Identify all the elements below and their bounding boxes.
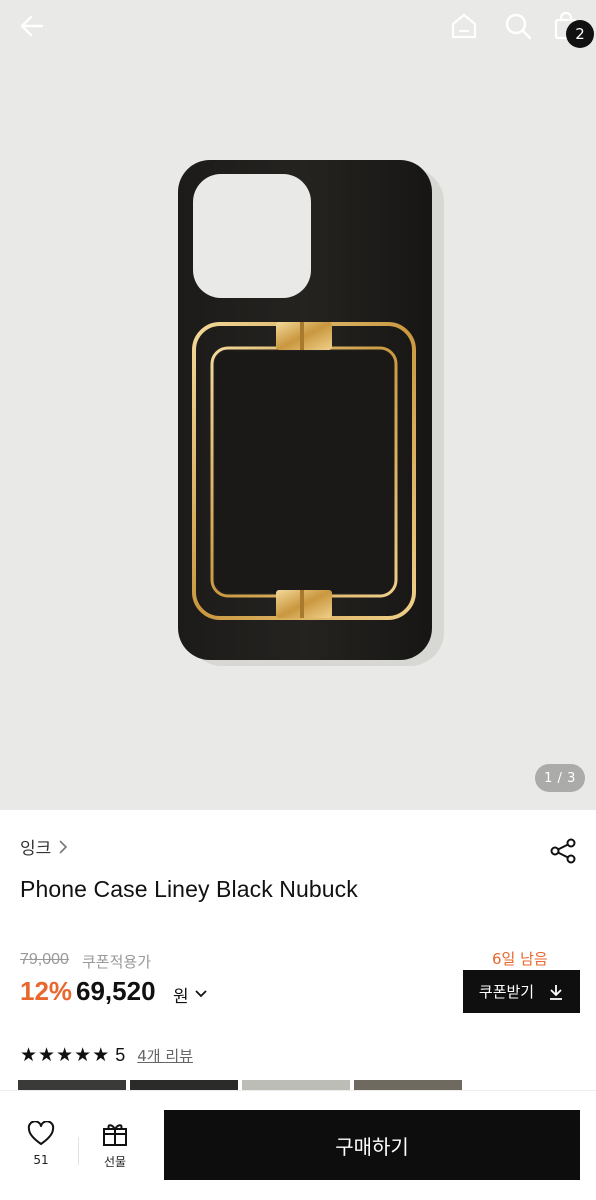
get-coupon-button[interactable]: 쿠폰받기 — [463, 970, 580, 1013]
share-button[interactable] — [546, 834, 580, 868]
image-pager: 1 / 3 — [535, 764, 585, 792]
brand-name: 잉크 — [20, 839, 52, 859]
star-icon: ★ — [20, 1043, 38, 1066]
review-thumbnail[interactable] — [130, 1080, 238, 1090]
rating-stars: ★ ★ ★ ★ ★ — [20, 1043, 110, 1066]
download-icon — [550, 984, 563, 1000]
final-price: 69,520 — [76, 976, 156, 1006]
get-coupon-label: 쿠폰받기 — [478, 983, 535, 1001]
product-photo — [178, 160, 444, 666]
brand-link[interactable]: 잉크 — [20, 834, 69, 859]
star-icon: ★ — [38, 1043, 56, 1066]
product-image-gallery[interactable] — [0, 0, 596, 810]
star-icon: ★ — [56, 1043, 74, 1066]
like-count: 51 — [33, 1153, 49, 1167]
coupon-days-left: 6일 남음 — [492, 950, 548, 968]
product-title: Phone Case Liney Black Nubuck — [20, 876, 358, 902]
chevron-right-icon — [59, 839, 68, 854]
rating-summary: ★ ★ ★ ★ ★ 5 4개 리뷰 — [20, 1042, 193, 1068]
review-photo-strip — [18, 1080, 462, 1090]
arrow-left-icon — [20, 15, 44, 37]
gift-icon — [103, 1124, 127, 1146]
review-thumbnail[interactable] — [354, 1080, 462, 1090]
back-button[interactable] — [12, 6, 52, 46]
divider — [78, 1137, 79, 1165]
star-icon: ★ — [74, 1043, 92, 1066]
review-count-link[interactable]: 4개 리뷰 — [137, 1045, 193, 1066]
heart-icon — [27, 1121, 55, 1145]
home-button[interactable] — [444, 6, 484, 46]
review-thumbnail[interactable] — [18, 1080, 126, 1090]
chevron-down-icon[interactable] — [192, 984, 210, 1002]
currency-unit: 원 — [173, 987, 189, 1007]
buy-button[interactable]: 구매하기 — [164, 1110, 580, 1180]
review-thumbnail[interactable] — [242, 1080, 350, 1090]
coupon-price-label: 쿠폰적용가 — [82, 953, 152, 971]
top-navigation: 2 — [0, 0, 596, 52]
original-price: 79,000 — [20, 951, 69, 968]
buy-label: 구매하기 — [335, 1134, 409, 1159]
cart-count-badge: 2 — [566, 20, 594, 48]
rating-value: 5 — [115, 1044, 126, 1065]
search-icon — [505, 13, 532, 40]
star-icon: ★ — [92, 1043, 110, 1066]
bottom-action-bar: 51 선물 구매하기 — [0, 1090, 596, 1200]
like-button[interactable]: 51 — [18, 1121, 64, 1181]
share-icon — [550, 838, 576, 864]
gift-button[interactable]: 선물 — [92, 1121, 138, 1181]
gift-label: 선물 — [103, 1155, 127, 1169]
search-button[interactable] — [498, 6, 538, 46]
discount-rate: 12% — [20, 976, 73, 1006]
home-icon — [451, 13, 477, 39]
